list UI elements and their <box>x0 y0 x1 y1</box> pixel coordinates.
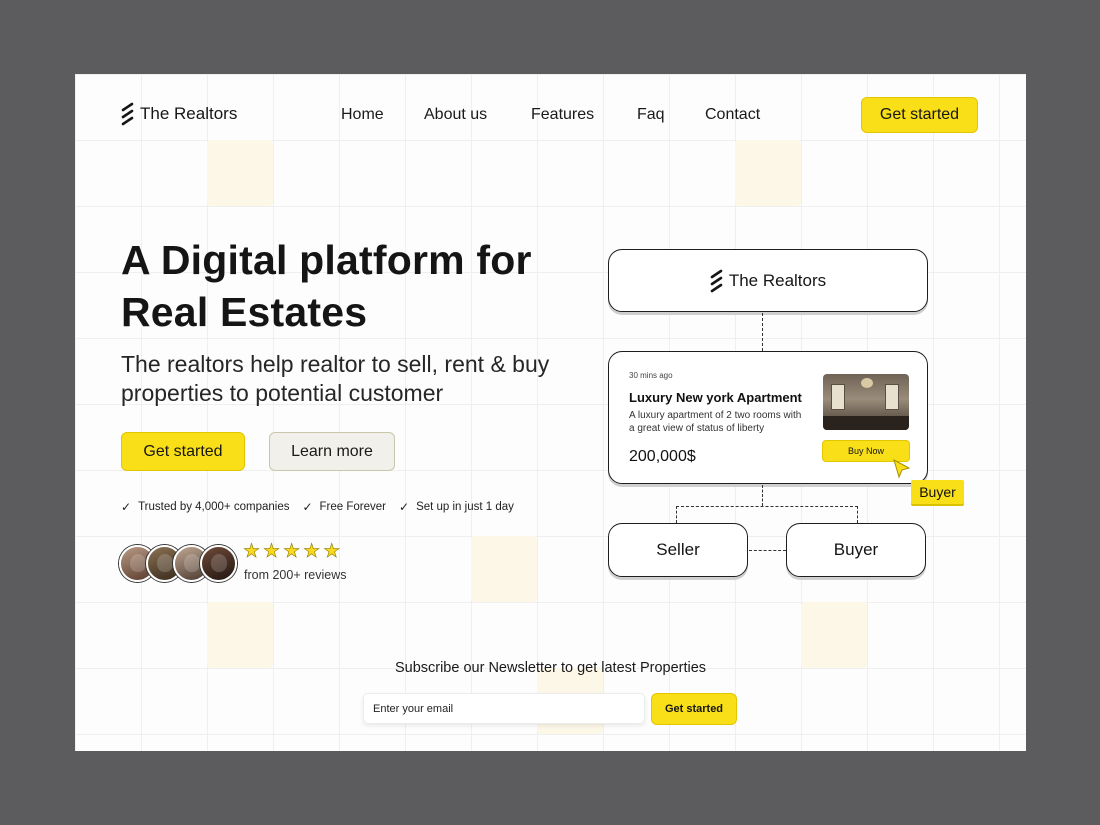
photo-window <box>831 384 845 410</box>
check-label: Trusted by 4,000+ companies <box>138 501 290 513</box>
newsletter-title: Subscribe our Newsletter to get latest P… <box>394 660 707 676</box>
photo-floor <box>823 416 909 430</box>
background-glow-tile <box>207 602 273 668</box>
nav-faq[interactable]: Faq <box>637 106 665 124</box>
newsletter-submit-button[interactable]: Get started <box>651 693 737 725</box>
connector-line <box>762 485 763 506</box>
hero-subtitle: The realtors help realtor to sell, rent … <box>121 351 550 406</box>
checkmark-icon: ✓ <box>121 500 132 514</box>
realtors-node: The Realtors <box>608 249 928 312</box>
checkmark-icon: ✓ <box>302 500 313 514</box>
reviewer-avatars <box>119 545 239 583</box>
photo-window <box>885 384 899 410</box>
nav-contact[interactable]: Contact <box>705 106 760 124</box>
listing-description: A luxury apartment of 2 two rooms with a… <box>629 410 802 434</box>
connector-line <box>676 506 677 523</box>
check-label: Set up in just 1 day <box>416 501 514 513</box>
star-icon: ★ <box>243 541 261 562</box>
photo-lamp <box>861 378 873 388</box>
hero-title-line-1: A Digital platform for <box>121 237 532 283</box>
star-icon: ★ <box>303 541 321 562</box>
cursor-icon <box>893 458 911 484</box>
nav-features[interactable]: Features <box>531 106 594 124</box>
avatar <box>200 545 237 582</box>
nav-get-started-button[interactable]: Get started <box>861 97 978 133</box>
star-icon: ★ <box>283 541 301 562</box>
hero-title-line-2: Real Estates <box>121 289 368 335</box>
hero-get-started-button[interactable]: Get started <box>121 432 245 471</box>
buyer-node: Buyer <box>786 523 926 577</box>
cursor-buyer-tag: Buyer <box>911 480 964 504</box>
star-icon: ★ <box>263 541 281 562</box>
seller-node: Seller <box>608 523 748 577</box>
star-icon: ★ <box>323 541 341 562</box>
connector-line <box>762 313 763 351</box>
connector-line <box>676 506 858 507</box>
learn-more-button[interactable]: Learn more <box>269 432 395 471</box>
listing-price: 200,000$ <box>629 448 696 465</box>
newsletter-email-input[interactable] <box>363 693 645 724</box>
nav-about-us[interactable]: About us <box>424 106 487 124</box>
background-glow-tile <box>801 602 867 668</box>
connector-line <box>749 550 786 551</box>
background-glow-tile <box>471 536 537 602</box>
checkmark-icon: ✓ <box>399 500 410 514</box>
connector-line <box>857 506 858 523</box>
hero-title: A Digital platform for Real Estates <box>121 234 532 338</box>
background-glow-tile <box>735 140 801 206</box>
listing-title: Luxury New york Apartment <box>629 390 802 405</box>
background-glow-tile <box>207 140 273 206</box>
logo-icon <box>121 102 134 126</box>
nav-home[interactable]: Home <box>341 106 384 124</box>
reviews-count: from 200+ reviews <box>244 568 347 582</box>
brand-name: The Realtors <box>140 104 238 123</box>
check-label: Free Forever <box>319 501 386 513</box>
apartment-photo <box>823 374 909 430</box>
realtors-node-label: The Realtors <box>728 270 827 290</box>
check-item: ✓ Trusted by 4,000+ companies <box>121 500 289 514</box>
listing-time: 30 mins ago <box>629 371 673 380</box>
feature-checks: ✓ Trusted by 4,000+ companies ✓ Free For… <box>121 500 514 514</box>
logo-icon <box>710 269 723 293</box>
landing-page: The Realtors Home About us Features Faq … <box>75 74 1026 751</box>
listing-card: 30 mins ago Luxury New york Apartment A … <box>608 351 928 484</box>
brand-logo[interactable]: The Realtors <box>121 102 237 126</box>
check-item: ✓ Free Forever <box>302 500 386 514</box>
check-item: ✓ Set up in just 1 day <box>399 500 514 514</box>
rating-stars: ★ ★ ★ ★ ★ <box>243 541 341 562</box>
